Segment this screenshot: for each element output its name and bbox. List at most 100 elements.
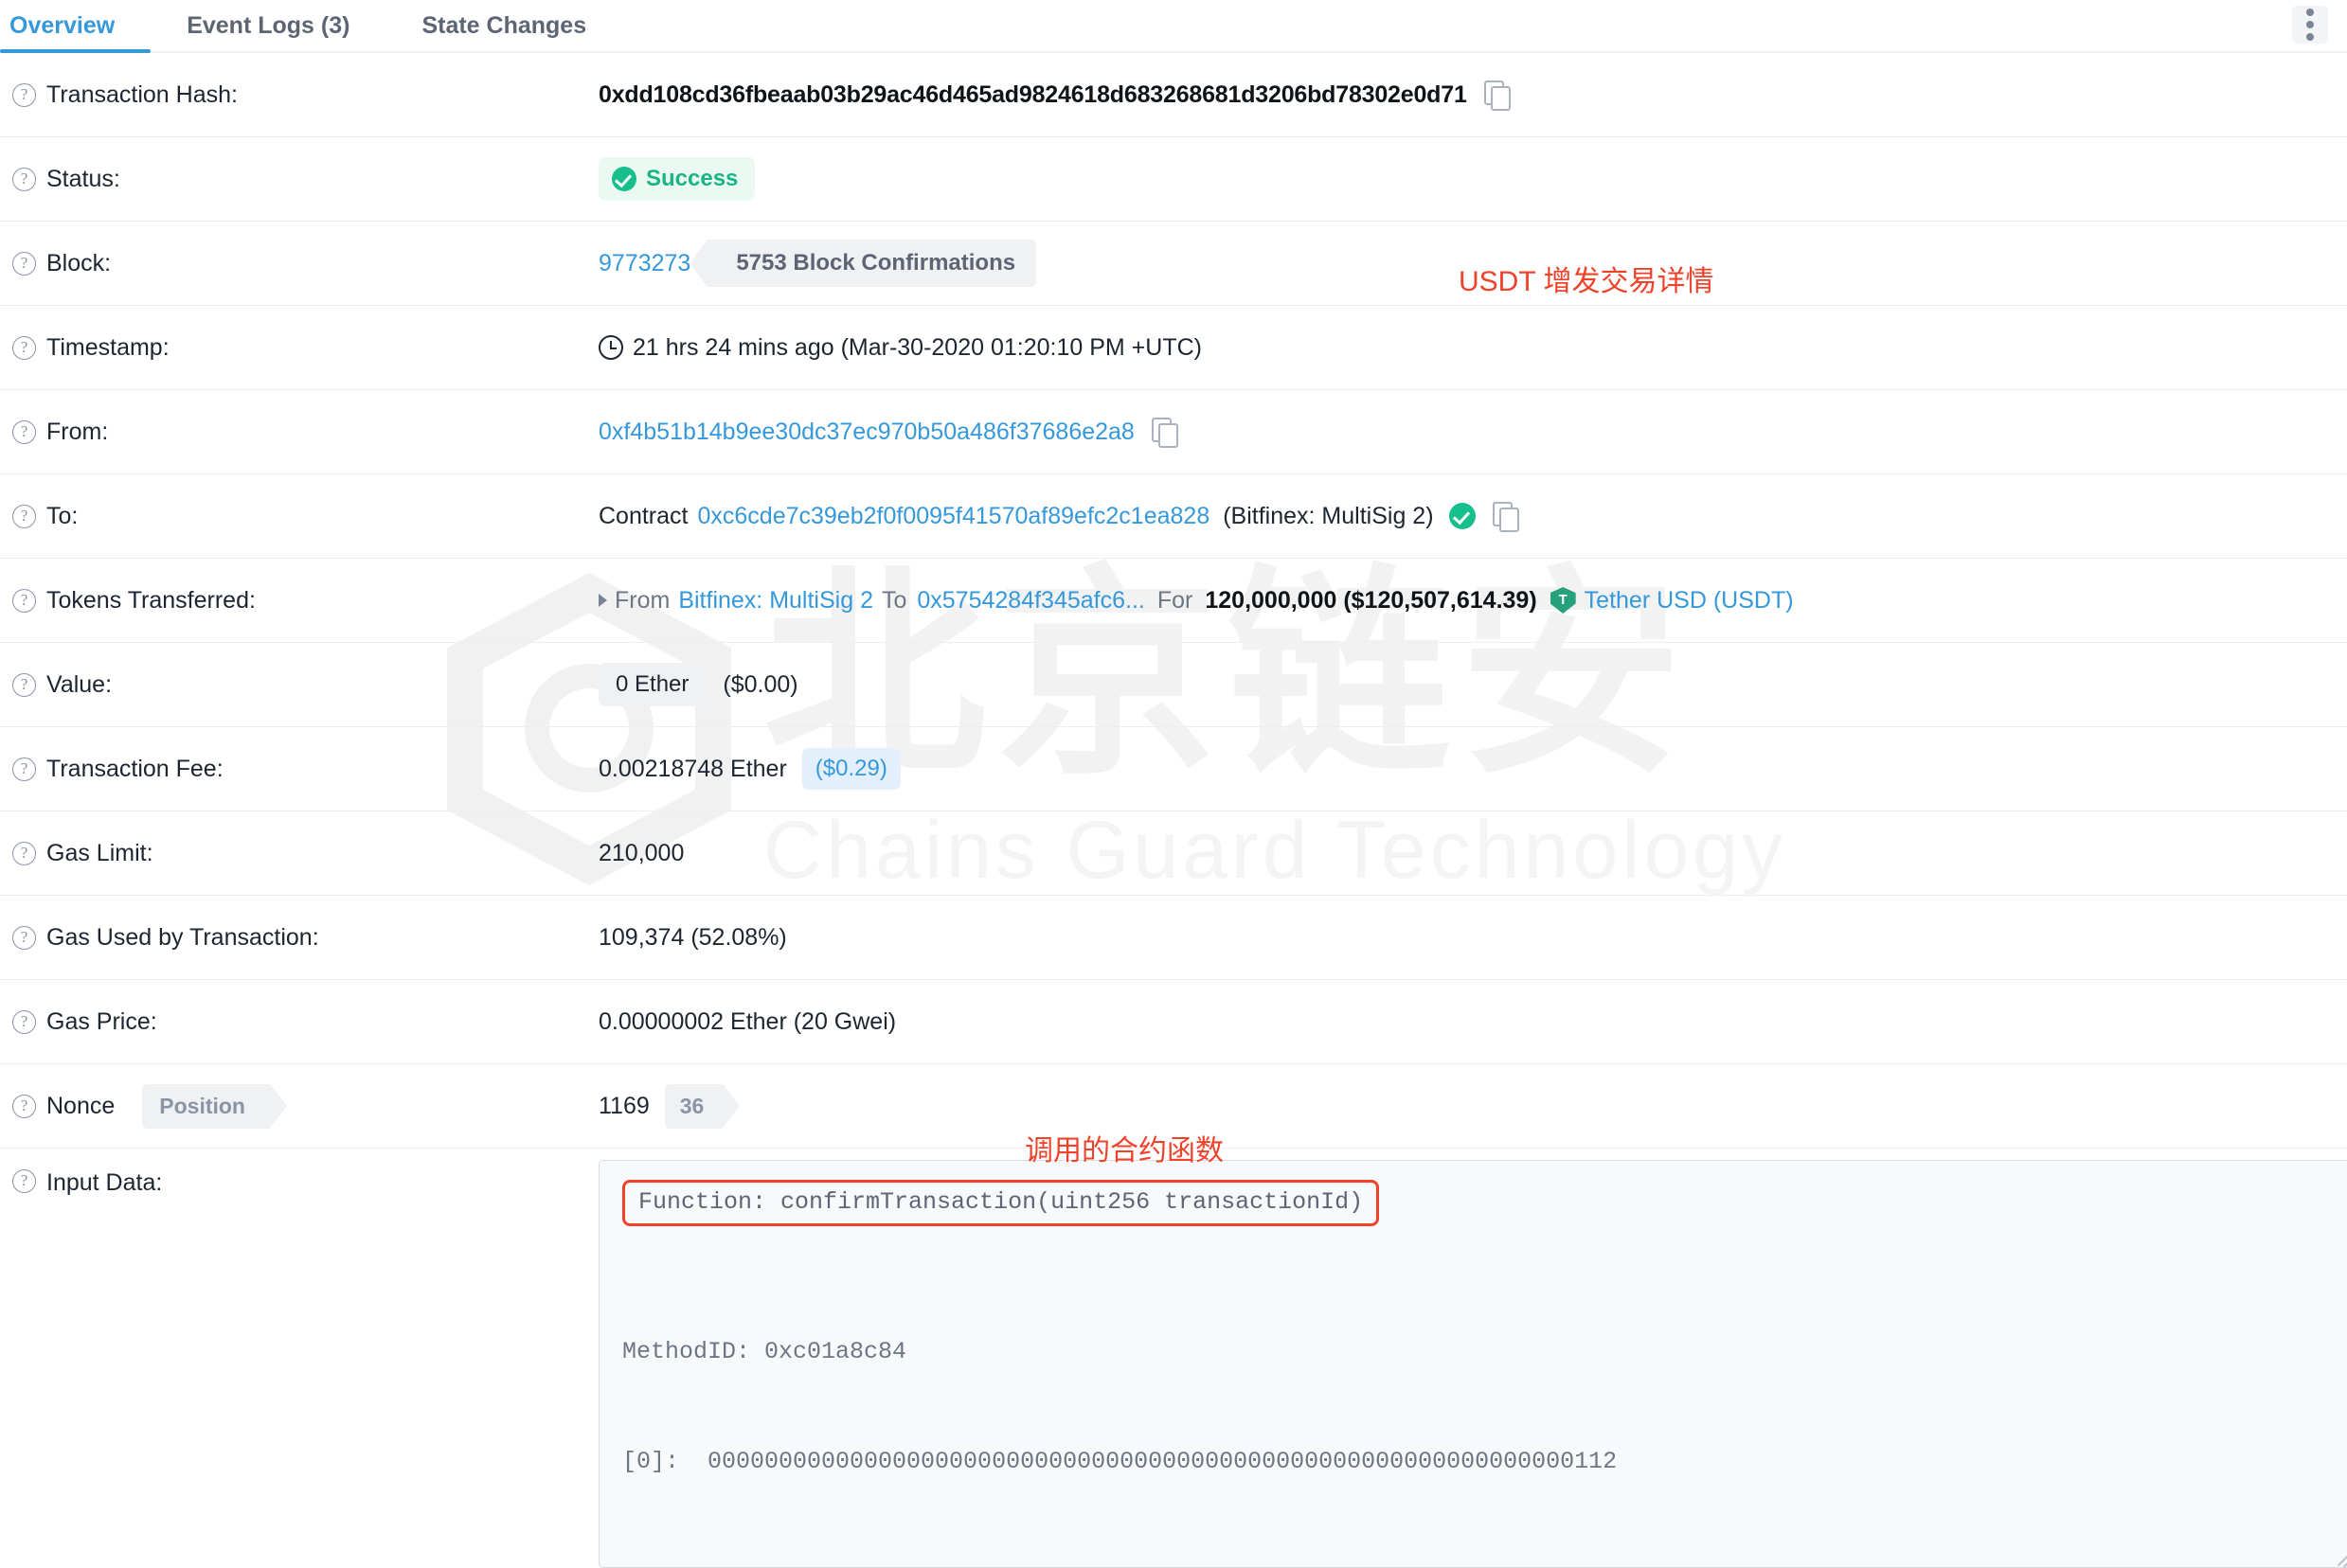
block-number-link[interactable]: 9773273 bbox=[599, 250, 690, 277]
kebab-menu-icon[interactable] bbox=[2292, 6, 2328, 44]
tab-event-logs-label: Event Logs (3) bbox=[187, 12, 350, 39]
resize-handle[interactable] bbox=[2336, 1549, 2347, 1564]
copy-icon[interactable] bbox=[1151, 418, 1178, 448]
tab-state-changes-label: State Changes bbox=[421, 12, 587, 39]
token-for-word: For bbox=[1156, 586, 1193, 614]
copy-icon[interactable] bbox=[1483, 80, 1511, 111]
value-nonce: 1169 36 bbox=[599, 1064, 2347, 1148]
timestamp-value: 21 hrs 24 mins ago (Mar-30-2020 01:20:10… bbox=[633, 333, 1202, 361]
token-from-name-link[interactable]: Bitfinex: MultiSig 2 bbox=[678, 587, 873, 615]
token-name-link[interactable]: Tether USD (USDT) bbox=[1585, 587, 1794, 615]
gas-limit-value: 210,000 bbox=[599, 839, 685, 866]
position-label-chip: Position bbox=[142, 1083, 287, 1129]
value-value: 0 Ether ($0.00) bbox=[599, 643, 2347, 726]
value-status: Success bbox=[599, 137, 2347, 221]
label-input-data-text: Input Data: bbox=[46, 1169, 163, 1196]
help-icon[interactable]: ? bbox=[12, 1094, 36, 1118]
row-tokens-transferred: ? Tokens Transferred: From Bitfinex: Mul… bbox=[0, 559, 2347, 643]
verified-check-icon bbox=[1448, 503, 1476, 529]
row-transaction-fee: ? Transaction Fee: 0.00218748 Ether ($0.… bbox=[0, 727, 2347, 811]
to-address-alias: (Bitfinex: MultiSig 2) bbox=[1223, 502, 1434, 529]
tab-overview-label: Overview bbox=[9, 12, 116, 39]
token-amount: 120,000,000 ($120,507,614.39) bbox=[1205, 586, 1537, 614]
help-icon[interactable]: ? bbox=[12, 672, 36, 697]
value-gas-limit: 210,000 bbox=[599, 811, 2347, 895]
label-status: ? Status: bbox=[0, 137, 599, 221]
help-icon[interactable]: ? bbox=[12, 335, 36, 360]
help-icon[interactable]: ? bbox=[12, 1009, 36, 1034]
transaction-hash-value: 0xdd108cd36fbeaab03b29ac46d465ad9824618d… bbox=[599, 80, 1467, 108]
value-usd: ($0.00) bbox=[723, 670, 798, 698]
transaction-fee-ether: 0.00218748 Ether bbox=[599, 755, 787, 782]
input-data-textarea[interactable]: Function: confirmTransaction(uint256 tra… bbox=[599, 1160, 2347, 1568]
row-status: ? Status: Success bbox=[0, 137, 2347, 222]
check-circle-icon bbox=[612, 167, 636, 191]
row-transaction-hash: ? Transaction Hash: 0xdd108cd36fbeaab03b… bbox=[0, 53, 2347, 137]
label-nonce-text: Nonce bbox=[46, 1092, 116, 1119]
clock-icon bbox=[599, 335, 623, 360]
to-address-link[interactable]: 0xc6cde7c39eb2f0f0095f41570af89efc2c1ea8… bbox=[697, 503, 1209, 530]
row-from: ? From: 0xf4b51b14b9ee30dc37ec970b50a486… bbox=[0, 390, 2347, 474]
row-gas-limit: ? Gas Limit: 210,000 bbox=[0, 811, 2347, 896]
tab-overview[interactable]: Overview bbox=[0, 12, 152, 53]
label-gas-limit: ? Gas Limit: bbox=[0, 811, 599, 895]
label-tokens-transferred-text: Tokens Transferred: bbox=[46, 586, 256, 614]
value-gas-price: 0.00000002 Ether (20 Gwei) bbox=[599, 980, 2347, 1063]
status-badge: Success bbox=[599, 157, 756, 201]
gas-price-value: 0.00000002 Ether (20 Gwei) bbox=[599, 1007, 897, 1035]
value-transaction-fee: 0.00218748 Ether ($0.29) bbox=[599, 727, 2347, 811]
tab-event-logs[interactable]: Event Logs (3) bbox=[151, 14, 385, 51]
label-tokens-transferred: ? Tokens Transferred: bbox=[0, 559, 599, 642]
caret-right-icon[interactable] bbox=[599, 594, 607, 607]
input-data-arg-0: [0]: 00000000000000000000000000000000000… bbox=[622, 1448, 1618, 1475]
value-transaction-hash: 0xdd108cd36fbeaab03b29ac46d465ad9824618d… bbox=[599, 53, 2347, 136]
transaction-fee-usd-pill: ($0.29) bbox=[801, 748, 901, 790]
value-tokens-transferred: From Bitfinex: MultiSig 2 To 0x5754284f3… bbox=[599, 559, 2347, 642]
copy-icon[interactable] bbox=[1492, 502, 1519, 532]
tab-state-changes[interactable]: State Changes bbox=[385, 14, 622, 51]
label-transaction-hash: ? Transaction Hash: bbox=[0, 53, 599, 136]
value-to: Contract 0xc6cde7c39eb2f0f0095f41570af89… bbox=[599, 474, 2347, 558]
token-from-word: From bbox=[615, 586, 671, 614]
row-to: ? To: Contract 0xc6cde7c39eb2f0f0095f415… bbox=[0, 474, 2347, 559]
help-icon[interactable]: ? bbox=[12, 82, 36, 107]
block-confirmations-chip: 5753 Block Confirmations bbox=[690, 240, 1037, 287]
help-icon[interactable]: ? bbox=[12, 841, 36, 865]
label-gas-limit-text: Gas Limit: bbox=[46, 839, 153, 866]
position-value-chip: 36 bbox=[664, 1083, 740, 1129]
token-to-address-link[interactable]: 0x5754284f345afc6... bbox=[917, 587, 1144, 615]
input-data-body: MethodID: 0xc01a8c84 [0]: 00000000000000… bbox=[622, 1260, 2332, 1554]
status-badge-label: Success bbox=[646, 166, 739, 191]
help-icon[interactable]: ? bbox=[12, 419, 36, 444]
label-input-data: ? Input Data: bbox=[0, 1149, 599, 1205]
label-to: ? To: bbox=[0, 474, 599, 558]
label-timestamp: ? Timestamp: bbox=[0, 306, 599, 389]
help-icon[interactable]: ? bbox=[12, 1169, 36, 1193]
label-gas-price: ? Gas Price: bbox=[0, 980, 599, 1063]
value-gas-used: 109,374 (52.08%) bbox=[599, 896, 2347, 979]
annotation-usdt-title: USDT 增发交易详情 bbox=[1459, 266, 1714, 297]
row-input-data: ? Input Data: Function: confirmTransacti… bbox=[0, 1149, 2347, 1568]
help-icon[interactable]: ? bbox=[12, 251, 36, 276]
row-value: ? Value: 0 Ether ($0.00) bbox=[0, 643, 2347, 727]
tether-token-icon bbox=[1550, 587, 1576, 614]
help-icon[interactable]: ? bbox=[12, 504, 36, 528]
input-data-method-id: MethodID: 0xc01a8c84 bbox=[622, 1337, 907, 1365]
value-input-data: Function: confirmTransaction(uint256 tra… bbox=[599, 1149, 2347, 1568]
label-status-text: Status: bbox=[46, 165, 120, 192]
label-timestamp-text: Timestamp: bbox=[46, 333, 170, 361]
label-from: ? From: bbox=[0, 390, 599, 473]
from-address-link[interactable]: 0xf4b51b14b9ee30dc37ec970b50a486f37686e2… bbox=[599, 419, 1135, 446]
row-gas-price: ? Gas Price: 0.00000002 Ether (20 Gwei) bbox=[0, 980, 2347, 1064]
label-gas-used-text: Gas Used by Transaction: bbox=[46, 923, 319, 951]
label-value-text: Value: bbox=[46, 670, 113, 698]
help-icon[interactable]: ? bbox=[12, 167, 36, 191]
help-icon[interactable]: ? bbox=[12, 588, 36, 613]
help-icon[interactable]: ? bbox=[12, 925, 36, 950]
help-icon[interactable]: ? bbox=[12, 757, 36, 781]
label-block-text: Block: bbox=[46, 249, 112, 276]
label-transaction-fee-text: Transaction Fee: bbox=[46, 755, 224, 782]
label-to-text: To: bbox=[46, 502, 79, 529]
value-from: 0xf4b51b14b9ee30dc37ec970b50a486f37686e2… bbox=[599, 390, 2347, 473]
annotation-contract-function: 调用的合约函数 bbox=[1025, 1135, 1224, 1167]
